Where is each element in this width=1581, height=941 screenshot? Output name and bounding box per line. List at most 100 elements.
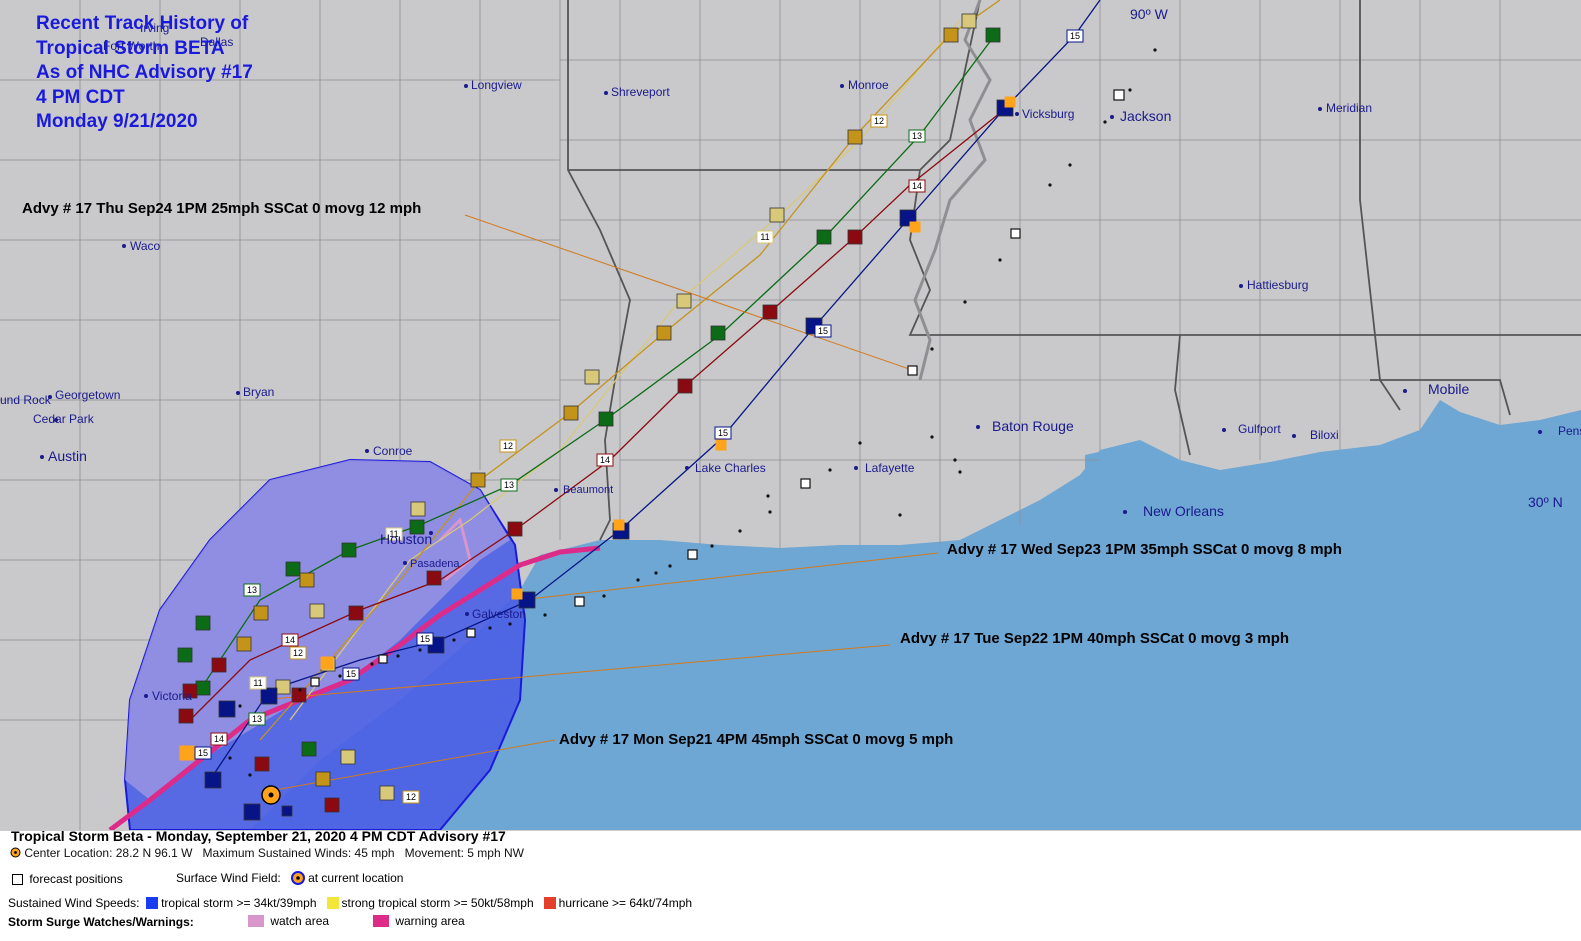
marker-13 — [341, 542, 357, 558]
adv-label-12: 12 — [293, 648, 303, 658]
hurricane-swatch — [543, 897, 556, 909]
watch-area-swatch — [248, 915, 264, 927]
hurricane-label: hurricane >= 64kt/74mph — [558, 896, 693, 910]
winds-prefix: Maximum Sustained Winds: — [202, 846, 352, 860]
marker-13 — [598, 411, 614, 427]
city-houston: Houston — [380, 531, 432, 547]
marker-11 — [275, 679, 291, 695]
adv-label-13: 13 — [912, 131, 922, 141]
marker-13 — [195, 615, 211, 631]
annotation-mon: Advy # 17 Mon Sep21 4PM 45mph SSCat 0 mo… — [559, 731, 953, 748]
legend-center-row: Center Location: 28.2 N 96.1 W Maximum S… — [10, 846, 524, 860]
marker-14 — [677, 378, 693, 394]
tropical-storm-swatch — [146, 897, 159, 909]
winds-value: 45 mph — [354, 846, 395, 860]
city-biloxi: Biloxi — [1310, 428, 1339, 442]
legend-warning-area: warning area — [373, 914, 465, 928]
city-monroe: Monroe — [848, 78, 889, 92]
forecast-square-icon — [12, 874, 23, 885]
marker-12 — [847, 129, 863, 145]
marker-12 — [236, 636, 252, 652]
city-gulfport: Gulfport — [1238, 422, 1281, 436]
city-georgetown: Georgetown — [55, 388, 120, 402]
title-line-1: Recent Track History of — [36, 13, 249, 34]
adv-label-12: 12 — [874, 116, 884, 126]
city-beaumont: Beaumont — [563, 484, 613, 496]
city-waco: Waco — [130, 239, 161, 253]
title-line-5: Monday 9/21/2020 — [36, 111, 198, 132]
city-baton-rouge: Baton Rouge — [992, 418, 1074, 434]
marker-12 — [253, 605, 269, 621]
adv-label-14: 14 — [912, 181, 922, 191]
annotation-tue: Advy # 17 Tue Sep22 1PM 40mph SSCat 0 mo… — [900, 630, 1289, 647]
movement-prefix: Movement: — [404, 846, 464, 860]
marker-13 — [301, 741, 317, 757]
marker-13 — [985, 27, 1001, 43]
marker-14 — [762, 304, 778, 320]
marker-11 — [769, 207, 785, 223]
marker-11 — [584, 369, 600, 385]
marker-12 — [943, 27, 959, 43]
city-austin: Austin — [48, 448, 87, 464]
marker-11 — [340, 749, 356, 765]
marker-14 — [847, 229, 863, 245]
city-lafayette: Lafayette — [865, 461, 915, 475]
adv-label-15: 15 — [818, 326, 828, 336]
marker-14 — [426, 570, 442, 586]
legend-wind-speeds: Sustained Wind Speeds: tropical storm >=… — [8, 896, 692, 910]
adv-label-13: 13 — [252, 714, 262, 724]
city-galveston: Galveston — [472, 607, 526, 621]
marker-15 — [204, 771, 222, 789]
city-lake-charles: Lake Charles — [695, 461, 766, 475]
marker-14 — [211, 657, 227, 673]
strong-tropical-storm-label: strong tropical storm >= 50kt/58mph — [341, 896, 534, 910]
surface-wind-field-label: Surface Wind Field: — [176, 871, 281, 885]
city-cedar-park: Cedar Park — [33, 412, 95, 426]
city-meridian: Meridian — [1326, 101, 1372, 115]
marker-12 — [656, 325, 672, 341]
center-value: 28.2 N 96.1 W — [115, 846, 193, 860]
marker-13 — [710, 325, 726, 341]
adv-label-11: 11 — [760, 232, 769, 242]
marker-13 — [816, 229, 832, 245]
tropical-storm-label: tropical storm >= 34kt/39mph — [161, 896, 317, 910]
warning-area-swatch — [373, 915, 389, 927]
adv-label-15: 15 — [718, 428, 728, 438]
city-new-orleans: New Orleans — [1143, 503, 1224, 519]
adv-label-13: 13 — [247, 585, 257, 595]
adv-label-14: 14 — [600, 455, 610, 465]
wind-field-icon — [290, 871, 305, 885]
map-title: Recent Track History of Tropical Storm B… — [36, 12, 253, 135]
storm-center-icon — [261, 785, 281, 805]
lat-30-label: 30º N — [1528, 494, 1563, 510]
marker-15 — [218, 700, 236, 718]
adv-label-12: 12 — [503, 441, 513, 451]
marker-11 — [410, 501, 426, 517]
adv-label-15: 15 — [1070, 31, 1080, 41]
watch-area-label: watch area — [270, 914, 330, 928]
adv-label-15: 15 — [420, 634, 430, 644]
marker-12 — [563, 405, 579, 421]
city-pensacola: Pens — [1558, 424, 1581, 438]
marker-15 — [243, 803, 261, 821]
lon-90-label: 90º W — [1130, 6, 1169, 22]
sustained-wind-speeds-label: Sustained Wind Speeds: — [8, 896, 140, 910]
marker-11 — [676, 293, 692, 309]
marker-11 — [309, 603, 325, 619]
marker-12 — [315, 771, 331, 787]
adv-label-12: 12 — [406, 792, 416, 802]
strong-tropical-storm-swatch — [326, 897, 339, 909]
title-line-4: 4 PM CDT — [36, 86, 125, 108]
city-shreveport: Shreveport — [611, 85, 670, 99]
city-conroe: Conroe — [373, 444, 413, 458]
marker-13 — [195, 680, 211, 696]
annotation-wed: Advy # 17 Wed Sep23 1PM 35mph SSCat 0 mo… — [947, 541, 1342, 558]
city-bryan: Bryan — [243, 385, 274, 399]
legend-forecast-positions: forecast positions — [12, 872, 123, 886]
marker-14 — [254, 756, 270, 772]
city-mobile: Mobile — [1428, 381, 1469, 397]
city-jackson: Jackson — [1120, 108, 1171, 124]
legend-watch-area: watch area — [248, 914, 329, 928]
marker-14 — [324, 797, 340, 813]
marker-13 — [285, 561, 301, 577]
